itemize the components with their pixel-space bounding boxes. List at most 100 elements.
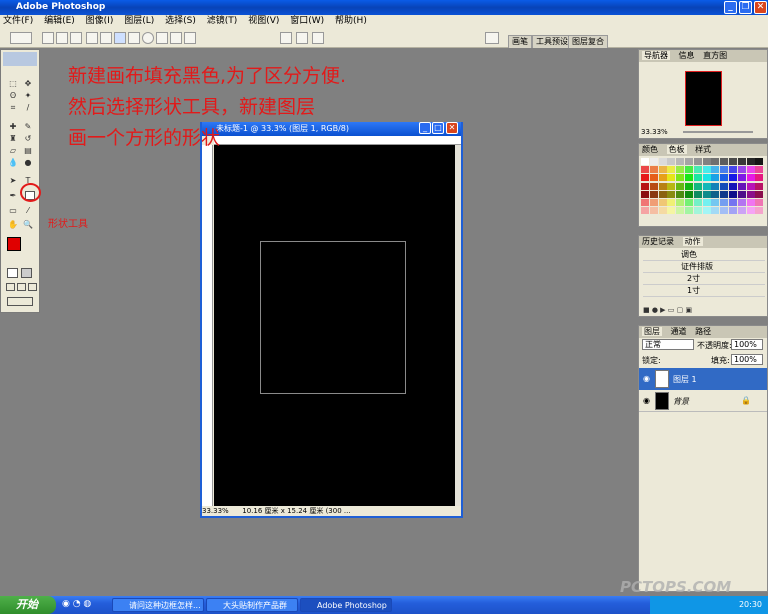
swatch[interactable]: [711, 199, 720, 206]
blend-mode-select[interactable]: 正常: [642, 339, 694, 350]
healing-brush-icon[interactable]: ✚: [8, 122, 18, 131]
swatch[interactable]: [746, 166, 755, 174]
swatch[interactable]: [729, 207, 737, 215]
navigator-thumbnail[interactable]: [685, 71, 722, 126]
swatch[interactable]: [685, 190, 693, 198]
well-tab-layer-comps[interactable]: 图层复合: [568, 35, 608, 48]
swatch[interactable]: [755, 166, 764, 174]
swatch[interactable]: [693, 182, 702, 190]
swatch[interactable]: [702, 174, 711, 182]
pen-icon[interactable]: [86, 32, 98, 44]
swatch[interactable]: [729, 190, 737, 198]
swatch[interactable]: [658, 190, 667, 198]
swatch[interactable]: [702, 199, 711, 206]
vertical-scrollbar[interactable]: [455, 145, 461, 506]
swatch[interactable]: [649, 190, 658, 198]
swatch[interactable]: [676, 166, 685, 174]
gradient-tool-icon[interactable]: ▤: [23, 146, 33, 155]
quick-launch-icons[interactable]: ◉ ◔ ◍: [62, 599, 91, 609]
document-info[interactable]: 10.16 厘米 x 15.24 厘米 (300 ...: [242, 507, 350, 515]
swatch[interactable]: [711, 166, 720, 174]
swatch[interactable]: [667, 174, 676, 182]
swatch[interactable]: [658, 199, 667, 206]
swatch[interactable]: [641, 158, 649, 165]
tab-styles[interactable]: 样式: [695, 145, 711, 154]
swatch[interactable]: [685, 158, 693, 165]
swatch[interactable]: [667, 199, 676, 206]
combine-subtract-icon[interactable]: [296, 32, 308, 44]
swatch[interactable]: [685, 207, 693, 215]
swatch[interactable]: [676, 174, 685, 182]
swatch[interactable]: [702, 190, 711, 198]
swatch[interactable]: [711, 207, 720, 215]
swatch[interactable]: [667, 190, 676, 198]
actions-controls[interactable]: ■ ● ▶ ▭ ▢ ▣: [643, 306, 765, 315]
combine-add-icon[interactable]: [280, 32, 292, 44]
swatch[interactable]: [737, 207, 746, 215]
action-item[interactable]: 证件排版: [643, 261, 765, 273]
tool-preset-picker[interactable]: [10, 32, 32, 44]
history-brush-icon[interactable]: ↺: [23, 134, 33, 143]
swatch[interactable]: [711, 158, 720, 165]
navigator-zoom-slider[interactable]: [683, 131, 753, 133]
menu-layer[interactable]: 图层(L): [124, 16, 154, 26]
tab-paths[interactable]: 路径: [695, 327, 711, 336]
tab-histogram[interactable]: 直方图: [703, 51, 727, 60]
menu-view[interactable]: 视图(V): [248, 16, 279, 26]
dodge-tool-icon[interactable]: ●: [23, 158, 33, 167]
swatch[interactable]: [755, 199, 764, 206]
screen-mode-menu-icon[interactable]: [17, 283, 26, 291]
menu-file[interactable]: 文件(F): [3, 16, 33, 26]
swatch[interactable]: [649, 207, 658, 215]
brush-tool-icon[interactable]: ✎: [23, 122, 33, 131]
swatch[interactable]: [720, 190, 729, 198]
swatch[interactable]: [737, 199, 746, 206]
ellipse-icon[interactable]: [142, 32, 154, 44]
fill-pixels-button[interactable]: [70, 32, 82, 44]
swatch[interactable]: [693, 199, 702, 206]
swatch[interactable]: [755, 207, 764, 215]
move-tool-icon[interactable]: ✥: [23, 79, 33, 88]
rounded-rectangle-icon[interactable]: [128, 32, 140, 44]
taskbar-item-3[interactable]: Adobe Photoshop: [300, 598, 392, 612]
custom-shape-icon[interactable]: [184, 32, 196, 44]
action-item[interactable]: 调色: [643, 249, 765, 261]
tab-layers[interactable]: 图层: [642, 327, 662, 336]
marquee-tool-icon[interactable]: ⬚: [8, 79, 18, 88]
canvas[interactable]: [214, 145, 455, 506]
swatch[interactable]: [720, 182, 729, 190]
hand-tool-icon[interactable]: ✋: [8, 220, 18, 229]
close-button[interactable]: ✕: [754, 1, 767, 14]
swatch[interactable]: [658, 174, 667, 182]
swatch[interactable]: [755, 158, 764, 165]
tab-navigator[interactable]: 导航器: [642, 51, 670, 60]
swatch[interactable]: [649, 166, 658, 174]
swatch[interactable]: [720, 174, 729, 182]
standard-mode-icon[interactable]: [7, 268, 18, 278]
swatch[interactable]: [702, 158, 711, 165]
swatch[interactable]: [702, 182, 711, 190]
swatch[interactable]: [641, 174, 649, 182]
tab-info[interactable]: 信息: [679, 51, 695, 60]
tab-actions[interactable]: 动作: [682, 237, 703, 246]
swatch[interactable]: [720, 166, 729, 174]
eraser-tool-icon[interactable]: ▱: [8, 146, 18, 155]
swatch[interactable]: [746, 174, 755, 182]
swatch[interactable]: [685, 174, 693, 182]
swatch[interactable]: [729, 199, 737, 206]
menu-window[interactable]: 窗口(W): [290, 16, 324, 26]
swatch[interactable]: [649, 158, 658, 165]
well-tab-tool-presets[interactable]: 工具预设: [532, 35, 572, 48]
swatch[interactable]: [737, 166, 746, 174]
swatch[interactable]: [702, 166, 711, 174]
swatch[interactable]: [746, 199, 755, 206]
menu-filter[interactable]: 滤镜(T): [207, 16, 238, 26]
swatch[interactable]: [720, 199, 729, 206]
swatch[interactable]: [641, 182, 649, 190]
notes-tool-icon[interactable]: ▭: [8, 206, 18, 215]
shape-layers-button[interactable]: [42, 32, 54, 44]
swatch[interactable]: [711, 182, 720, 190]
swatch[interactable]: [641, 207, 649, 215]
swatch[interactable]: [755, 174, 764, 182]
swatch[interactable]: [685, 199, 693, 206]
